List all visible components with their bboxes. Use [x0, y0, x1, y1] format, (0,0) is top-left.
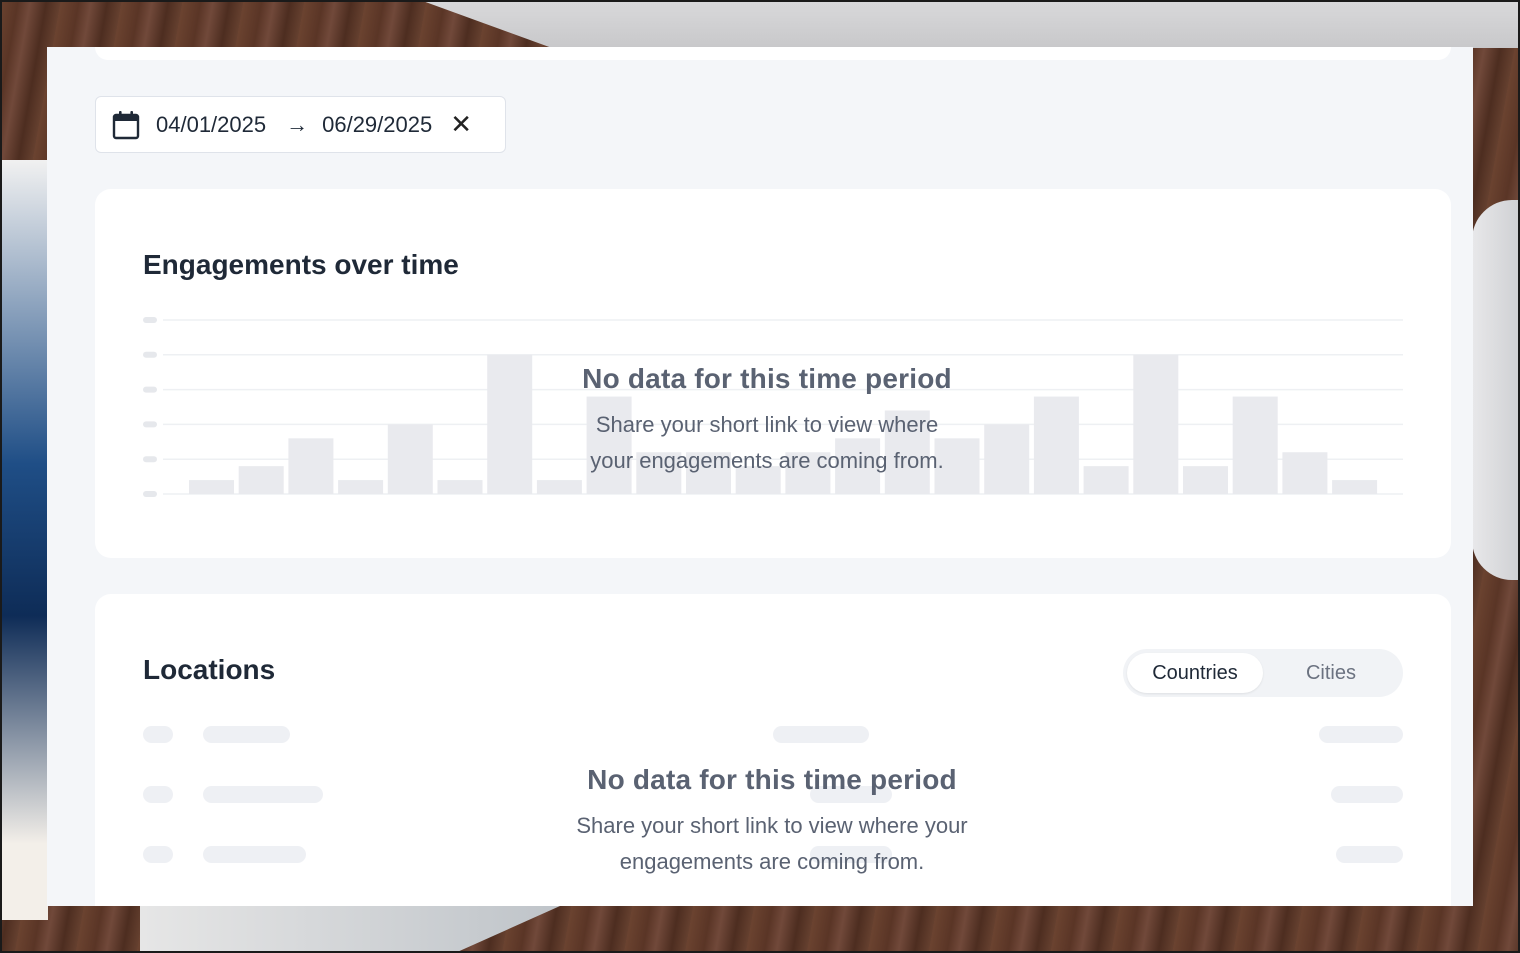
analytics-panel: 04/01/2025 → 06/29/2025 ✕ Engagements ov…	[47, 47, 1473, 906]
placeholder-tick	[143, 456, 157, 463]
skeleton-name	[203, 786, 323, 803]
empty-message-line: engagements are coming from.	[619, 849, 925, 874]
clear-icon[interactable]: ✕	[450, 109, 472, 140]
skeleton-name	[203, 726, 290, 743]
skeleton-bar	[773, 726, 869, 743]
tab-cities[interactable]: Cities	[1263, 653, 1399, 693]
placeholder-bar	[1232, 396, 1278, 494]
tab-countries[interactable]: Countries	[1127, 653, 1263, 693]
locations-title: Locations	[143, 654, 276, 685]
location-type-toggle[interactable]: Countries Cities	[1123, 649, 1403, 697]
placeholder-bar	[1332, 480, 1378, 494]
engagements-title: Engagements over time	[143, 249, 459, 280]
empty-state-title: No data for this time period	[582, 363, 952, 394]
placeholder-bar	[1133, 354, 1179, 494]
background-tablet	[0, 160, 48, 920]
placeholder-bar	[338, 480, 384, 494]
placeholder-tick	[143, 351, 157, 358]
skeleton-value	[1319, 726, 1403, 743]
placeholder-bar	[387, 424, 433, 494]
engagements-card: Engagements over time No data for this t…	[95, 189, 1451, 558]
end-date[interactable]: 06/29/2025	[322, 112, 432, 138]
placeholder-tick	[143, 421, 157, 428]
placeholder-bar	[189, 480, 234, 494]
top-card-edge	[95, 47, 1451, 60]
skeleton-rank	[143, 786, 173, 803]
arrow-right-icon: →	[286, 111, 309, 137]
placeholder-tick	[143, 386, 157, 393]
date-range-picker[interactable]: 04/01/2025 → 06/29/2025 ✕	[95, 96, 506, 153]
calendar-icon	[112, 110, 140, 139]
placeholder-tick	[143, 317, 157, 323]
skeleton-rank	[143, 846, 173, 863]
placeholder-bar	[1083, 466, 1129, 494]
placeholder-bar	[437, 480, 483, 494]
placeholder-bar	[536, 480, 582, 494]
skeleton-value	[1336, 846, 1403, 863]
background-mouse	[1472, 200, 1520, 580]
empty-state-message: Share your short link to view where your…	[567, 407, 967, 479]
empty-state-message: Share your short link to view where your…	[552, 808, 992, 880]
placeholder-bar	[487, 354, 533, 494]
placeholder-bar	[238, 466, 284, 494]
placeholder-bar	[1033, 396, 1079, 494]
empty-message-line: Share your short link to view where	[595, 412, 939, 437]
placeholder-tick	[143, 491, 157, 497]
skeleton-value	[1331, 786, 1403, 803]
locations-empty-state: No data for this time period Share your …	[552, 764, 992, 880]
placeholder-bar	[1183, 466, 1228, 494]
engagements-empty-state: No data for this time period Share your …	[567, 363, 967, 479]
placeholder-bar	[288, 438, 334, 494]
empty-message-line: Share your short link to view where your	[576, 813, 968, 838]
locations-card: Locations Countries Cities No data for t…	[95, 594, 1451, 906]
background-laptop	[420, 0, 1520, 48]
empty-state-title: No data for this time period	[587, 764, 957, 795]
placeholder-bar	[984, 424, 1030, 494]
empty-message-line: your engagements are coming from.	[590, 448, 944, 473]
start-date[interactable]: 04/01/2025	[156, 112, 266, 138]
placeholder-bar	[1282, 452, 1328, 494]
skeleton-name	[203, 846, 306, 863]
skeleton-rank	[143, 726, 173, 743]
